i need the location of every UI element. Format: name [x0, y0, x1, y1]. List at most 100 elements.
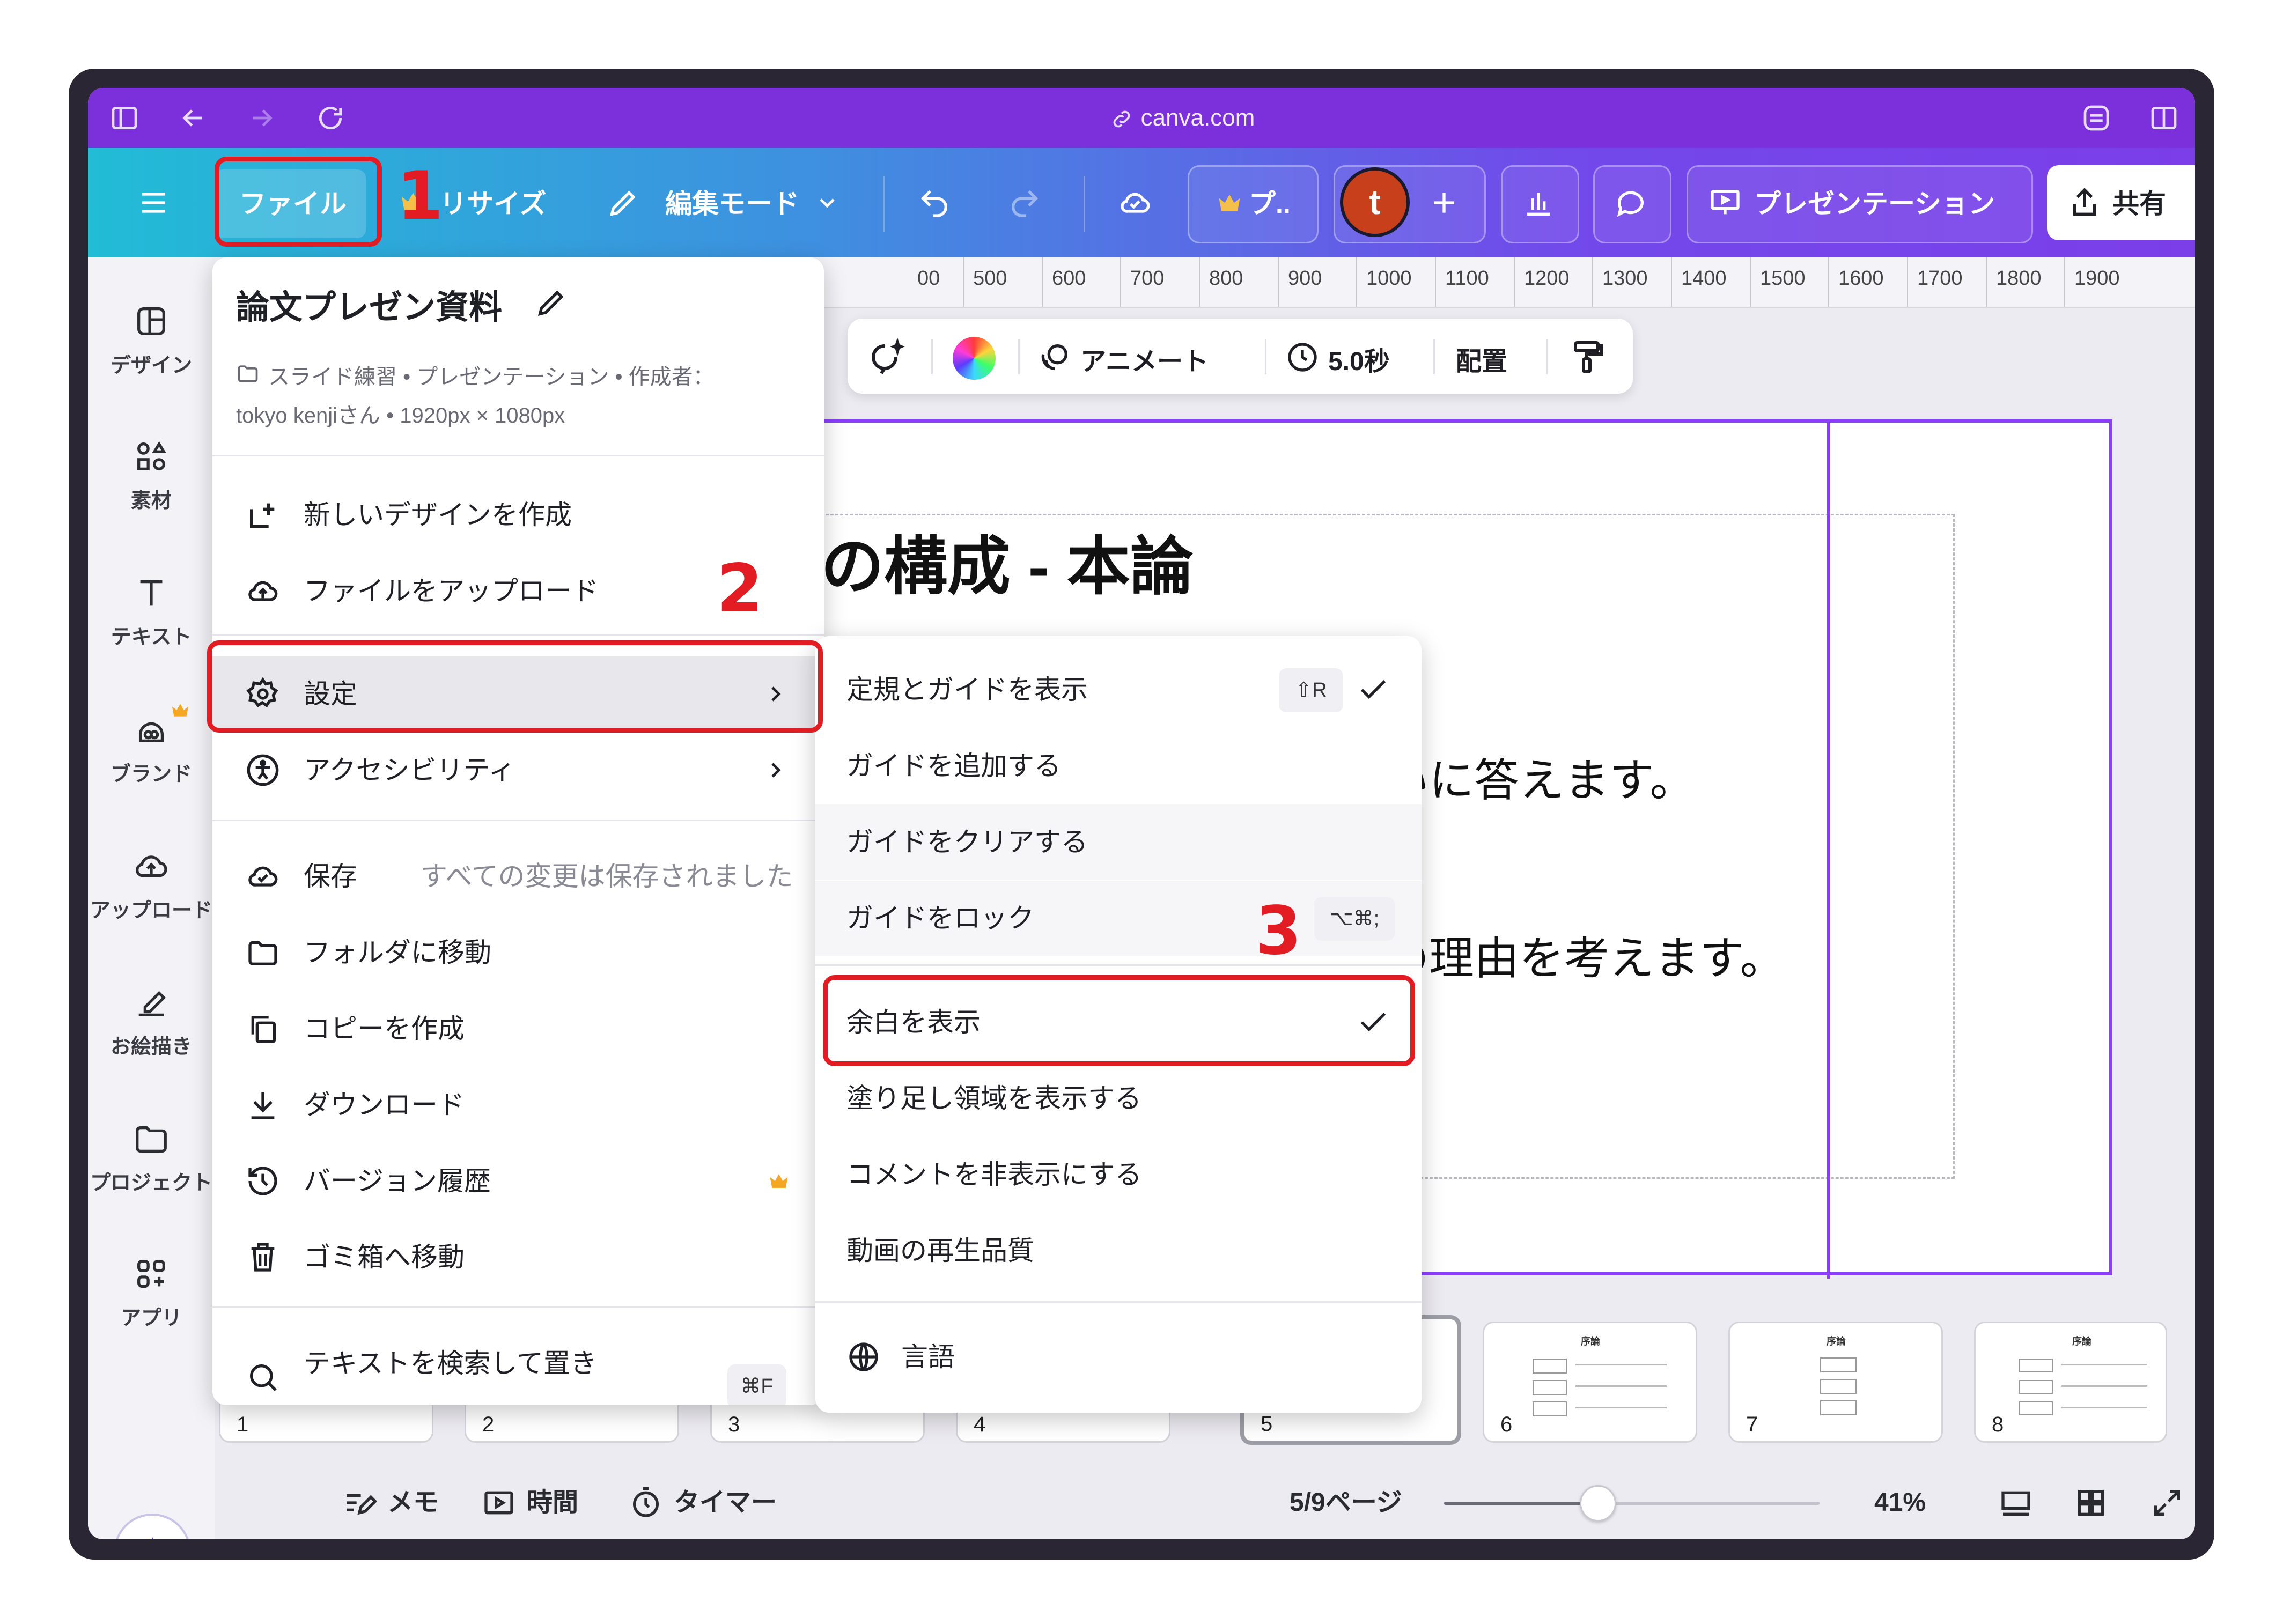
design-icon [132, 302, 170, 340]
clock-icon [1285, 340, 1320, 374]
position-button[interactable]: 配置 [1456, 340, 1507, 378]
comment-icon [1614, 186, 1648, 220]
grid-view-icon[interactable] [2074, 1486, 2108, 1520]
zoom-slider[interactable] [1444, 1485, 1820, 1522]
sidebar-item-apps[interactable]: アプリ [88, 1255, 215, 1331]
elements-icon [132, 438, 170, 475]
edit-mode-button[interactable]: 編集モード [665, 188, 799, 220]
slide-text-line2[interactable]: の理由を考えます。 [1384, 922, 1785, 987]
cloud-saved-icon[interactable] [1118, 186, 1152, 220]
annotation-highlight-file [215, 157, 382, 247]
menu-item-move-folder[interactable]: フォルダに移動 [212, 915, 824, 990]
ruler-tick: 700 [1130, 267, 1165, 290]
menu-item-new-design[interactable]: 新しいデザインを作成 [212, 477, 824, 552]
reload-icon[interactable] [315, 103, 345, 133]
pro-label: プ.. [1249, 189, 1291, 219]
brand-icon [132, 711, 170, 749]
zoom-slider-fill [1444, 1502, 1598, 1505]
add-collaborator-icon[interactable] [1427, 186, 1461, 220]
slide-title[interactable]: の構成 - 本論 [821, 515, 1194, 607]
color-picker-button[interactable] [953, 337, 996, 380]
duration-button[interactable]: 5.0秒 [1328, 340, 1390, 378]
menu-item-find-replace[interactable]: テキストを検索して置き ⌘F [212, 1326, 824, 1405]
crown-icon [767, 1169, 791, 1193]
address-bar[interactable]: canva.com [1032, 102, 1332, 134]
ruler-tick: 1700 [1917, 267, 1963, 290]
extension-icon[interactable] [2081, 103, 2111, 133]
sidebar-item-label: お絵描き [110, 1036, 192, 1058]
menu-item-trash[interactable]: ゴミ箱へ移動 [212, 1220, 824, 1295]
animate-button[interactable]: アニメート [1080, 340, 1209, 378]
thumbnail-title: 序論 [2072, 1336, 2091, 1347]
menu-item-video-quality[interactable]: 動画の再生品質 [815, 1213, 1422, 1288]
menu-item-clear-guides[interactable]: ガイドをクリアする [815, 804, 1422, 880]
menu-item-copy[interactable]: コピーを作成 [212, 991, 824, 1066]
crown-icon [1216, 189, 1243, 217]
presentation-icon [1708, 186, 1742, 220]
back-arrow-icon[interactable] [178, 103, 208, 133]
undo-icon[interactable] [917, 186, 952, 220]
vertical-guide[interactable] [1827, 423, 1830, 1279]
ruler-tick: 1800 [1996, 267, 2042, 290]
paint-roller-icon[interactable] [1567, 338, 1606, 377]
present-label: プレゼンテーション [1754, 189, 1995, 219]
sidebar-item-text[interactable]: テキスト [88, 574, 215, 649]
menu-item-version-history[interactable]: バージョン履歴 [212, 1143, 824, 1219]
draw-icon [132, 984, 170, 1021]
sidebar-item-brand[interactable]: ブランド [88, 711, 215, 787]
sidebar-toggle-icon[interactable] [109, 103, 139, 133]
page-thumbnail[interactable]: 序論 7 [1728, 1322, 1943, 1443]
time-button[interactable]: 時間 [527, 1487, 578, 1519]
zoom-level[interactable]: 41% [1874, 1487, 1926, 1519]
menu-item-add-guide[interactable]: ガイドを追加する [815, 728, 1422, 803]
annotation-step-1: 1 [397, 158, 444, 235]
pencil-icon[interactable] [534, 285, 569, 320]
annotation-highlight-settings [207, 640, 823, 733]
menu-item-accessibility[interactable]: アクセシビリティ [212, 733, 824, 808]
page-view-icon[interactable] [1999, 1486, 2033, 1520]
sidebar-item-upload[interactable]: アップロード [88, 847, 215, 923]
sidebar-item-design[interactable]: デザイン [88, 302, 215, 378]
menu-item-lock-guides[interactable]: ガイドをロック ⌥⌘; [815, 881, 1422, 956]
menu-item-save[interactable]: 保存 すべての変更は保存されました [212, 839, 824, 914]
split-view-icon[interactable] [2149, 103, 2179, 133]
document-meta: tokyo kenjiさん • 1920px × 1080px [236, 404, 565, 427]
menu-item-language[interactable]: 言語 [815, 1319, 1422, 1394]
magic-assistant-button[interactable] [114, 1514, 191, 1539]
resize-button[interactable]: リサイズ [440, 188, 547, 220]
timer-button[interactable]: タイマー [674, 1487, 777, 1519]
sidebar-item-draw[interactable]: お絵描き [88, 984, 215, 1059]
redo-icon[interactable] [1007, 186, 1042, 220]
animate-icon [1037, 340, 1072, 374]
url-text: canva.com [1140, 105, 1255, 131]
file-menu: 論文プレゼン資料 スライド練習 • プレゼンテーション • 作成者： tokyo… [212, 257, 824, 1405]
notes-icon [342, 1486, 378, 1520]
menu-item-hide-comments[interactable]: コメントを非表示にする [815, 1137, 1422, 1212]
avatar[interactable]: t [1340, 167, 1410, 237]
menu-item-show-bleed[interactable]: 塗り足し領域を表示する [815, 1061, 1422, 1136]
search-icon [246, 1360, 280, 1394]
sidebar-item-projects[interactable]: プロジェクト [88, 1120, 215, 1195]
document-title[interactable]: 論文プレゼン資料 [236, 280, 502, 328]
crown-icon [170, 699, 191, 721]
forward-arrow-icon[interactable] [247, 103, 277, 133]
notes-button[interactable]: メモ [387, 1487, 439, 1519]
page-thumbnail[interactable]: 序論 8 [1974, 1322, 2167, 1443]
page-thumbnail[interactable]: 序論 6 [1483, 1322, 1697, 1443]
sidebar-item-elements[interactable]: 素材 [88, 438, 215, 513]
hamburger-menu-icon[interactable] [136, 186, 171, 220]
menu-item-show-rulers[interactable]: 定規とガイドを表示 ⇧R [815, 652, 1422, 727]
fullscreen-icon[interactable] [2150, 1486, 2184, 1520]
annotation-step-3: 3 [1255, 892, 1302, 970]
zoom-slider-thumb[interactable] [1580, 1485, 1616, 1522]
menu-item-download[interactable]: ダウンロード [212, 1067, 824, 1142]
timer-icon [629, 1486, 663, 1520]
ruler-tick: 1600 [1838, 267, 1884, 290]
page-indicator[interactable]: 5/9ページ [1290, 1487, 1402, 1519]
sidebar-item-label: プロジェクト [90, 1172, 212, 1194]
browser-bar: canva.com [88, 88, 2195, 148]
text-icon [132, 574, 170, 611]
chevron-right-icon [763, 757, 789, 783]
slide-text-line1[interactable]: いに答えます。 [1384, 744, 1695, 809]
magic-edit-icon[interactable] [867, 337, 905, 377]
